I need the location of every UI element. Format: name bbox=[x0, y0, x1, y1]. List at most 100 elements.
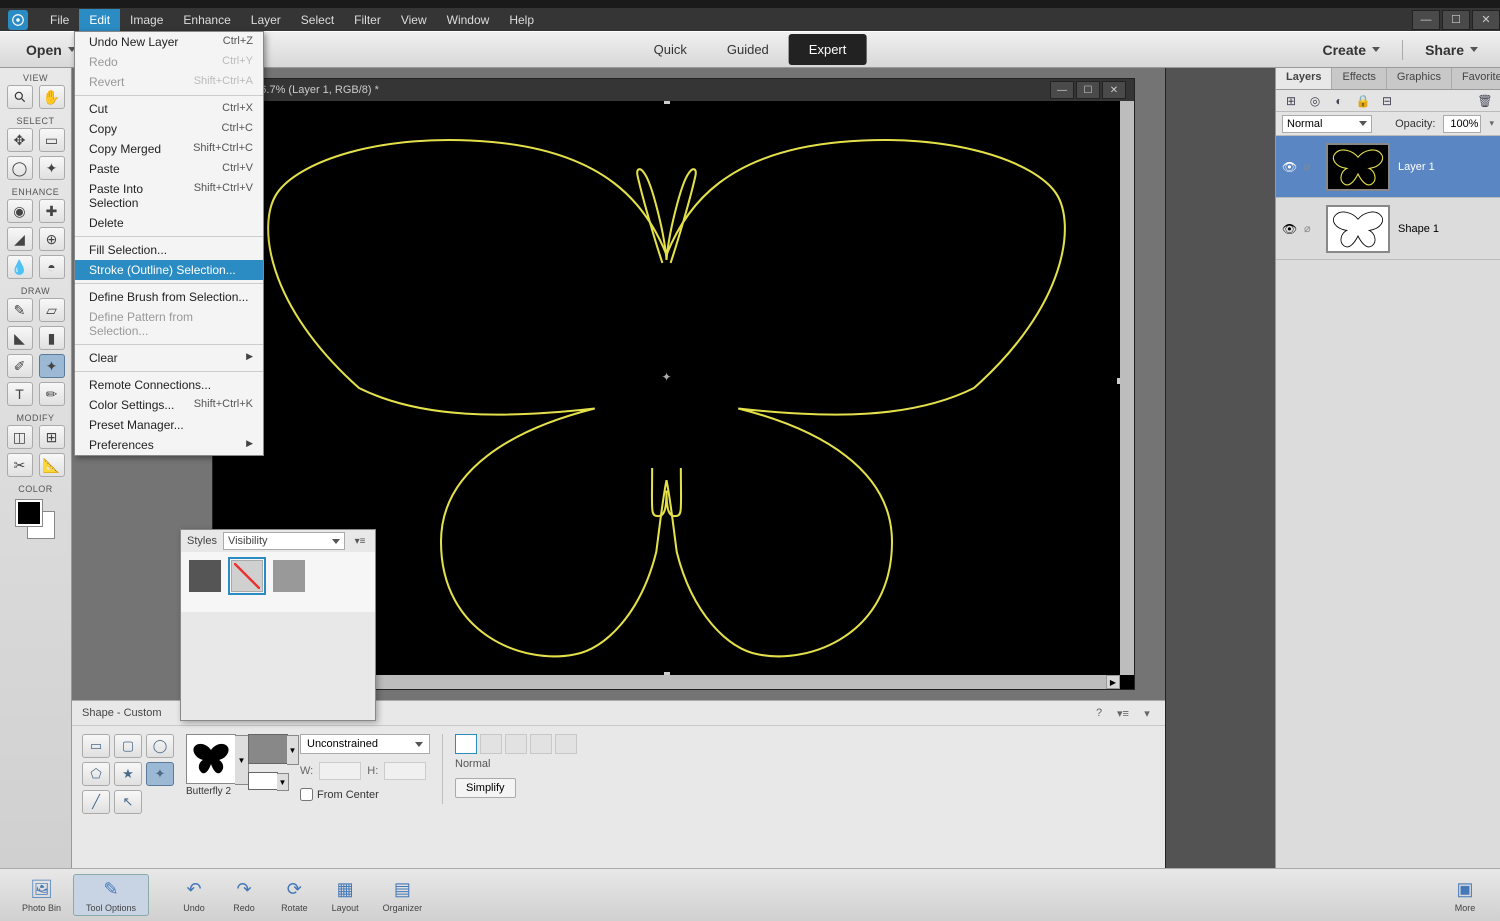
more-button[interactable]: ▣ More bbox=[1440, 875, 1490, 915]
menu-filter[interactable]: Filter bbox=[344, 9, 391, 31]
tool-clone[interactable]: ⊕ bbox=[39, 227, 65, 251]
menu-clear[interactable]: Clear▶ bbox=[75, 348, 263, 368]
share-dropdown[interactable]: Share bbox=[1415, 36, 1488, 64]
tool-spot-heal[interactable]: ✚ bbox=[39, 199, 65, 223]
menu-file[interactable]: File bbox=[40, 9, 79, 31]
panel-menu-icon[interactable]: ▾≡ bbox=[351, 532, 369, 550]
window-close[interactable]: ✕ bbox=[1472, 10, 1500, 30]
menu-fill-selection[interactable]: Fill Selection... bbox=[75, 240, 263, 260]
doc-minimize[interactable]: — bbox=[1050, 81, 1074, 99]
redo-button[interactable]: ↷ Redo bbox=[219, 875, 269, 915]
menu-layer[interactable]: Layer bbox=[241, 9, 291, 31]
menu-image[interactable]: Image bbox=[120, 9, 173, 31]
tool-sponge[interactable]: ◓ bbox=[39, 255, 65, 279]
tool-brush[interactable]: ✎ bbox=[7, 298, 33, 322]
tool-zoom[interactable] bbox=[7, 85, 33, 109]
tool-blur[interactable]: 💧 bbox=[7, 255, 33, 279]
shape-polygon[interactable]: ⬠ bbox=[82, 762, 110, 786]
menu-stroke-outline[interactable]: Stroke (Outline) Selection... bbox=[75, 260, 263, 280]
color-swatches[interactable] bbox=[16, 500, 56, 540]
layer-row[interactable]: 👁 ⌀ Shape 1 bbox=[1276, 198, 1500, 260]
link-icon[interactable]: ⌀ bbox=[1304, 160, 1318, 173]
menu-redo[interactable]: RedoCtrl+Y bbox=[75, 52, 263, 72]
mode-quick[interactable]: Quick bbox=[634, 34, 707, 65]
tool-move[interactable]: ✥ bbox=[7, 128, 33, 152]
tool-pencil[interactable]: ✏ bbox=[39, 382, 65, 406]
tool-fill[interactable]: ◣ bbox=[7, 326, 33, 350]
tool-marquee[interactable]: ▭ bbox=[39, 128, 65, 152]
window-minimize[interactable]: — bbox=[1412, 10, 1440, 30]
layer-thumbnail[interactable] bbox=[1326, 143, 1390, 191]
tool-type[interactable]: T bbox=[7, 382, 33, 406]
tool-eraser[interactable]: ▱ bbox=[39, 298, 65, 322]
shape-ellipse[interactable]: ◯ bbox=[146, 734, 174, 758]
combine-exclude[interactable] bbox=[555, 734, 577, 754]
tool-lasso[interactable]: ◯ bbox=[7, 156, 33, 180]
tool-redeye[interactable]: ◉ bbox=[7, 199, 33, 223]
from-center-checkbox[interactable]: From Center bbox=[300, 788, 430, 801]
adjustment-layer-icon[interactable]: ◐ bbox=[1330, 93, 1348, 109]
rotate-button[interactable]: ⟳ Rotate bbox=[269, 875, 320, 915]
menu-copy[interactable]: CopyCtrl+C bbox=[75, 119, 263, 139]
menu-color-settings[interactable]: Color Settings...Shift+Ctrl+K bbox=[75, 395, 263, 415]
shape-style-swatch[interactable]: ▼ bbox=[248, 772, 278, 790]
tab-layers[interactable]: Layers bbox=[1276, 68, 1332, 89]
combine-add[interactable] bbox=[480, 734, 502, 754]
style-hide[interactable] bbox=[189, 560, 221, 592]
visibility-icon[interactable]: 👁 bbox=[1282, 160, 1296, 174]
tool-options-button[interactable]: ✎ Tool Options bbox=[73, 874, 149, 916]
visibility-icon[interactable]: 👁 bbox=[1282, 222, 1296, 236]
tool-gradient[interactable]: ▮ bbox=[39, 326, 65, 350]
shape-roundrect[interactable]: ▢ bbox=[114, 734, 142, 758]
menu-define-brush[interactable]: Define Brush from Selection... bbox=[75, 287, 263, 307]
tab-favorites[interactable]: Favorites bbox=[1452, 68, 1500, 89]
style-none[interactable] bbox=[231, 560, 263, 592]
layer-thumbnail[interactable] bbox=[1326, 205, 1390, 253]
blend-mode-dropdown[interactable]: Normal bbox=[1282, 115, 1372, 133]
collapse-icon[interactable]: ▾ bbox=[1139, 705, 1155, 721]
combine-new[interactable] bbox=[455, 734, 477, 754]
menu-preferences[interactable]: Preferences▶ bbox=[75, 435, 263, 455]
width-input[interactable] bbox=[319, 762, 361, 780]
opacity-input[interactable] bbox=[1443, 115, 1481, 133]
combine-intersect[interactable] bbox=[530, 734, 552, 754]
tool-eyedropper[interactable]: ✐ bbox=[7, 354, 33, 378]
menu-delete[interactable]: Delete bbox=[75, 213, 263, 233]
menu-cut[interactable]: CutCtrl+X bbox=[75, 99, 263, 119]
mode-guided[interactable]: Guided bbox=[707, 34, 789, 65]
chevron-down-icon[interactable]: ▼ bbox=[235, 735, 249, 785]
help-icon[interactable]: ? bbox=[1091, 705, 1107, 721]
tool-smart-brush[interactable]: ◢ bbox=[7, 227, 33, 251]
panel-menu-icon[interactable]: ▾≡ bbox=[1115, 705, 1131, 721]
undo-button[interactable]: ↶ Undo bbox=[169, 875, 219, 915]
tool-shape[interactable]: ✦ bbox=[39, 354, 65, 378]
shape-color-swatch[interactable]: ▼ bbox=[248, 734, 288, 764]
link-icon[interactable]: ⌀ bbox=[1304, 222, 1318, 235]
menu-help[interactable]: Help bbox=[499, 9, 544, 31]
menu-view[interactable]: View bbox=[391, 9, 437, 31]
menu-window[interactable]: Window bbox=[437, 9, 500, 31]
mode-expert[interactable]: Expert bbox=[789, 34, 867, 65]
photo-bin-button[interactable]: 🖼 Photo Bin bbox=[10, 875, 73, 915]
style-ghost[interactable] bbox=[273, 560, 305, 592]
menu-select[interactable]: Select bbox=[291, 9, 344, 31]
combine-subtract[interactable] bbox=[505, 734, 527, 754]
tool-crop[interactable]: ◫ bbox=[7, 425, 33, 449]
layer-row[interactable]: 👁 ⌀ Layer 1 bbox=[1276, 136, 1500, 198]
menu-paste[interactable]: PasteCtrl+V bbox=[75, 159, 263, 179]
styles-category-dropdown[interactable]: Visibility bbox=[223, 532, 345, 550]
menu-remote[interactable]: Remote Connections... bbox=[75, 375, 263, 395]
vertical-scrollbar[interactable] bbox=[1120, 101, 1134, 675]
tab-graphics[interactable]: Graphics bbox=[1387, 68, 1452, 89]
shape-line[interactable]: ╱ bbox=[82, 790, 110, 814]
lock-layer-icon[interactable]: 🔒 bbox=[1354, 93, 1372, 109]
window-maximize[interactable]: ☐ bbox=[1442, 10, 1470, 30]
link-layer-icon[interactable]: ⊟ bbox=[1378, 93, 1396, 109]
tab-effects[interactable]: Effects bbox=[1332, 68, 1386, 89]
menu-revert[interactable]: RevertShift+Ctrl+A bbox=[75, 72, 263, 92]
create-dropdown[interactable]: Create bbox=[1312, 36, 1390, 64]
menu-paste-into[interactable]: Paste Into SelectionShift+Ctrl+V bbox=[75, 179, 263, 213]
shape-custom[interactable]: ✦ bbox=[146, 762, 174, 786]
simplify-button[interactable]: Simplify bbox=[455, 778, 516, 798]
doc-close[interactable]: ✕ bbox=[1102, 81, 1126, 99]
